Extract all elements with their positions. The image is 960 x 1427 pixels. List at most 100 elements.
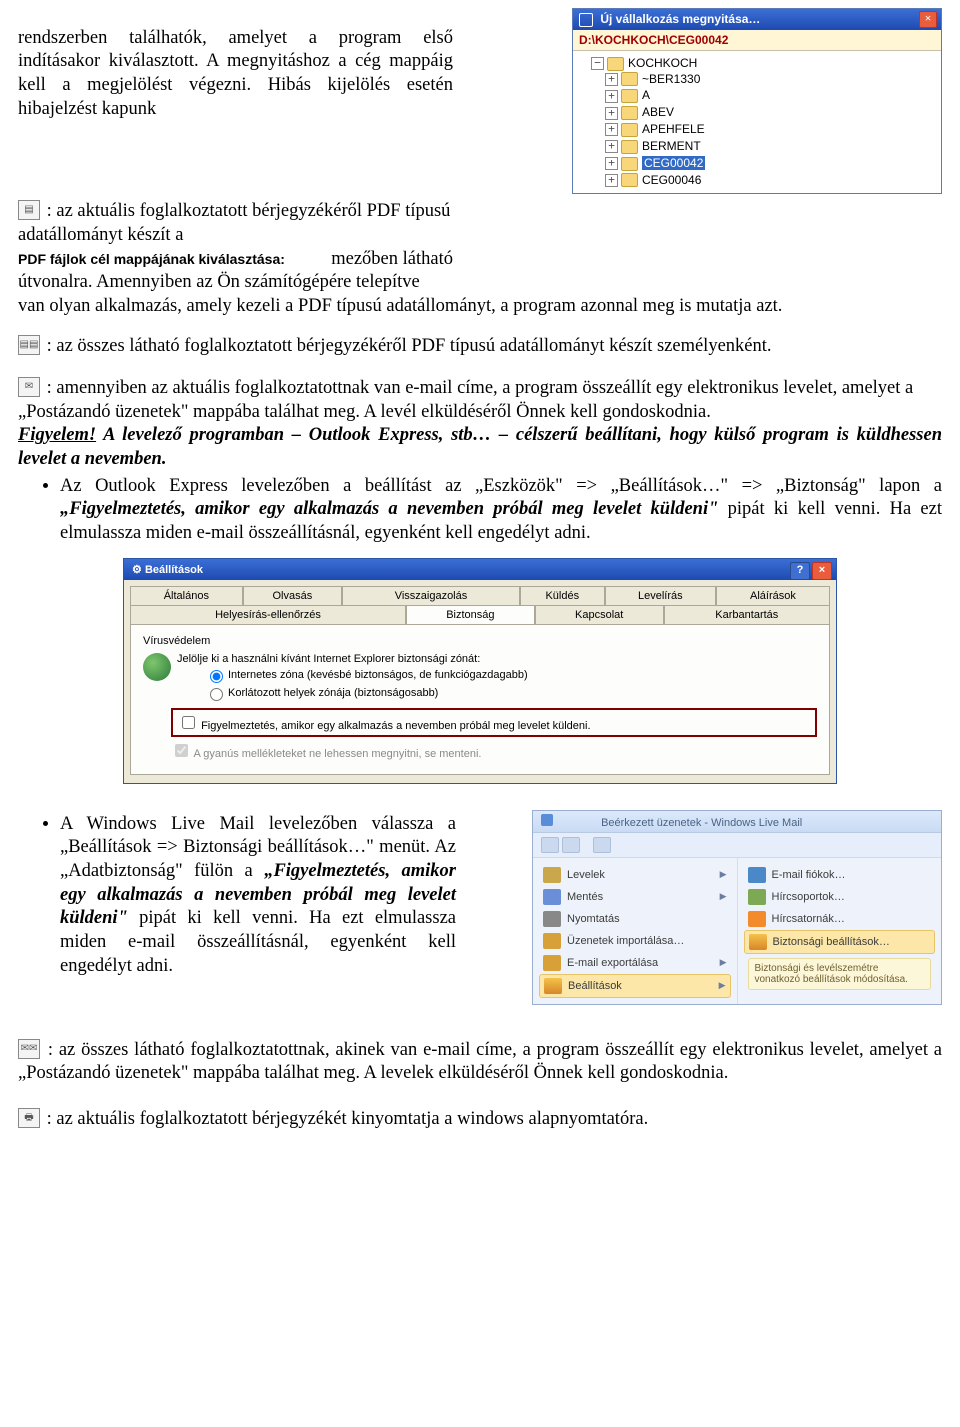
mail-all-icon[interactable]: ✉✉: [18, 1039, 40, 1059]
wlm-item-nyomtatas[interactable]: Nyomtatás: [539, 908, 731, 930]
tree-item[interactable]: +BERMENT: [605, 138, 939, 155]
opt-internet-zone: Internetes zóna (kevésbé biztonságos, de…: [228, 669, 528, 681]
folder-icon: [621, 157, 638, 171]
nyomtatas-icon: [543, 911, 561, 927]
folder-browser-window: Új vállalkozás megnyitása… × D:\KOCHKOCH…: [572, 8, 942, 194]
group-virusvedelem: Vírusvédelem: [143, 635, 817, 647]
folder-tree[interactable]: − KOCHKOCH +~BER1330+A+ABEV+APEHFELE+BERM…: [573, 51, 941, 194]
wlm-titlebar: Beérkezett üzenetek - Windows Live Mail: [533, 811, 941, 833]
levelek-icon: [543, 867, 561, 883]
tree-item[interactable]: +APEHFELE: [605, 121, 939, 138]
print-icon[interactable]: 🖶: [18, 1108, 40, 1128]
folder-icon: [621, 72, 638, 86]
expand-icon[interactable]: +: [605, 157, 618, 170]
opt-restricted-zone: Korlátozott helyek zónája (biztonságosab…: [228, 687, 438, 699]
oe-a: Az Outlook Express levelezőben a beállít…: [60, 476, 942, 496]
current-path: D:\KOCHKOCH\CEG00042: [573, 30, 941, 51]
tab-olvasás[interactable]: Olvasás: [243, 586, 342, 605]
tree-item[interactable]: +A: [605, 87, 939, 104]
pdf-single-text-c: útvonalra. Amennyiben az Ön számítógépér…: [18, 272, 420, 292]
folder-icon: [621, 123, 638, 137]
expand-icon[interactable]: +: [605, 123, 618, 136]
wlm-toolbar: [533, 833, 941, 858]
tree-item[interactable]: +CEG00046: [605, 172, 939, 189]
zone-intro: Jelölje ki a használni kívánt Internet E…: [177, 653, 817, 665]
wlm-title-text: Beérkezett üzenetek - Windows Live Mail: [601, 817, 802, 829]
wlm-item-import[interactable]: Üzenetek importálása…: [539, 930, 731, 952]
tab-visszaigazolás[interactable]: Visszaigazolás: [342, 586, 520, 605]
bizt-icon: [749, 934, 767, 950]
folder-icon: [621, 89, 638, 103]
expand-icon[interactable]: +: [605, 73, 618, 86]
export-icon: [543, 955, 561, 971]
mail-p2: A levelező programban – Outlook Express,…: [18, 425, 942, 469]
expand-icon[interactable]: +: [605, 107, 618, 120]
tab-általános[interactable]: Általános: [130, 586, 243, 605]
folder-icon: [621, 140, 638, 154]
expand-icon[interactable]: +: [605, 140, 618, 153]
tree-item[interactable]: +~BER1330: [605, 71, 939, 88]
chevron-right-icon: ▶: [720, 869, 727, 880]
expand-icon[interactable]: +: [605, 90, 618, 103]
wlm-tooltip: Biztonsági és levélszemétre vonatkozó be…: [748, 958, 932, 990]
oe-b: „Figyelmeztetés, amikor egy alkalmazás a…: [60, 499, 718, 519]
hircs-icon: [748, 889, 766, 905]
globe-icon: [143, 653, 171, 681]
tab-levelírás[interactable]: Levelírás: [605, 586, 716, 605]
wlm-item-bizt[interactable]: Biztonsági beállítások…: [744, 930, 936, 954]
highlighted-checkbox-row: Figyelmeztetés, amikor egy alkalmazás a …: [171, 708, 817, 737]
pdf-all-icon[interactable]: ▤▤: [18, 335, 40, 355]
help-icon[interactable]: ?: [790, 562, 810, 580]
tab-küldés[interactable]: Küldés: [520, 586, 605, 605]
radio-internet-zone[interactable]: [210, 670, 223, 683]
folder-icon: [607, 57, 624, 71]
wlm-note: A Windows Live Mail levelezőben válassza…: [60, 813, 456, 979]
wlm-screenshot: Beérkezett üzenetek - Windows Live Mail …: [532, 810, 942, 1005]
tab-kapcsolat[interactable]: Kapcsolat: [535, 605, 664, 624]
tab-karbantartás[interactable]: Karbantartás: [664, 605, 830, 624]
mail-figyelem: Figyelem!: [18, 425, 96, 445]
tree-item[interactable]: +ABEV: [605, 104, 939, 121]
chevron-right-icon: ▶: [719, 980, 726, 991]
close-icon[interactable]: ×: [919, 11, 937, 28]
wlm-item-mentes[interactable]: Mentés▶: [539, 886, 731, 908]
mail-p1: : amennyiben az aktuális foglalkoztatott…: [18, 378, 913, 422]
tab-helyesírás-ellenőrzés[interactable]: Helyesírás-ellenőrzés: [130, 605, 406, 624]
rss-icon: [748, 911, 766, 927]
outlook-express-note: Az Outlook Express levelezőben a beállít…: [60, 475, 942, 546]
wlm-item-levelek[interactable]: Levelek▶: [539, 864, 731, 886]
chk-warn-app-send[interactable]: [182, 716, 195, 729]
print-text: : az aktuális foglalkoztatott bérjegyzék…: [47, 1109, 649, 1129]
mail-single-icon[interactable]: ✉: [18, 377, 40, 397]
pdf-target-label: PDF fájlok cél mappájának kiválasztása:: [18, 251, 285, 267]
pdf-single-icon[interactable]: ▤: [18, 200, 40, 220]
mentes-icon: [543, 889, 561, 905]
collapse-icon[interactable]: −: [591, 57, 604, 70]
beall-icon: [544, 978, 562, 994]
tab-aláírások[interactable]: Aláírások: [716, 586, 830, 605]
wlm-item-export[interactable]: E-mail exportálása▶: [539, 952, 731, 974]
folder-browser-titlebar: Új vállalkozás megnyitása… ×: [573, 9, 941, 30]
radio-restricted-zone[interactable]: [210, 688, 223, 701]
chk-suspicious-label: A gyanús mellékleteket ne lehessen megny…: [193, 748, 481, 760]
pdf-single-text-a: : az aktuális foglalkoztatott bérjegyzék…: [18, 201, 450, 245]
tab-biztonság[interactable]: Biztonság: [406, 605, 535, 624]
chevron-right-icon: ▶: [720, 957, 727, 968]
mail-warning: Figyelem! A levelező programban – Outloo…: [18, 424, 942, 471]
close-icon[interactable]: ×: [812, 562, 832, 580]
settings-titlebar: ⚙ Beállítások ? ×: [124, 559, 836, 580]
window-title: Új vállalkozás megnyitása…: [600, 12, 760, 26]
outlook-express-settings-screenshot: ⚙ Beállítások ? × ÁltalánosOlvasásVissza…: [123, 558, 837, 784]
tree-root[interactable]: KOCHKOCH: [628, 56, 697, 70]
expand-icon[interactable]: +: [605, 174, 618, 187]
wlm-item-beall[interactable]: Beállítások▶: [539, 974, 731, 998]
pdf-single-text-b: mezőben látható: [331, 248, 453, 272]
chevron-right-icon: ▶: [720, 891, 727, 902]
tree-item[interactable]: +CEG00042: [605, 155, 939, 172]
folder-icon: [621, 106, 638, 120]
wlm-item-rss[interactable]: Hírcsatornák…: [744, 908, 936, 930]
email-icon: [748, 867, 766, 883]
pdf-single-text-d: van olyan alkalmazás, amely kezeli a PDF…: [18, 295, 942, 319]
wlm-item-email[interactable]: E-mail fiókok…: [744, 864, 936, 886]
wlm-item-hircs[interactable]: Hírcsoportok…: [744, 886, 936, 908]
